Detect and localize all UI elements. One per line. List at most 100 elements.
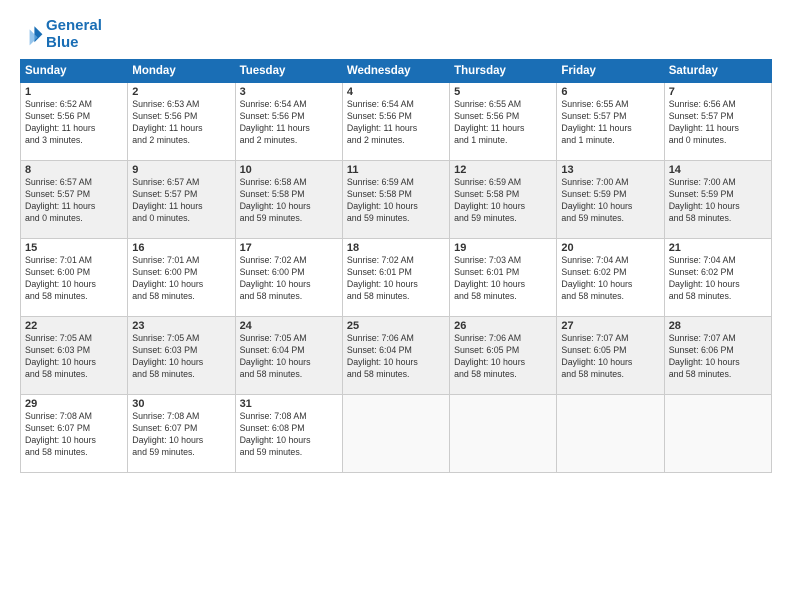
col-monday: Monday bbox=[128, 60, 235, 83]
logo-text: General Blue bbox=[46, 18, 102, 51]
day-info: Sunrise: 6:52 AM Sunset: 5:56 PM Dayligh… bbox=[25, 99, 123, 147]
day-cell: 12Sunrise: 6:59 AM Sunset: 5:58 PM Dayli… bbox=[450, 161, 557, 239]
day-cell: 29Sunrise: 7:08 AM Sunset: 6:07 PM Dayli… bbox=[21, 395, 128, 473]
day-cell: 27Sunrise: 7:07 AM Sunset: 6:05 PM Dayli… bbox=[557, 317, 664, 395]
day-number: 16 bbox=[132, 242, 230, 254]
day-cell: 13Sunrise: 7:00 AM Sunset: 5:59 PM Dayli… bbox=[557, 161, 664, 239]
day-cell: 4Sunrise: 6:54 AM Sunset: 5:56 PM Daylig… bbox=[342, 83, 449, 161]
day-info: Sunrise: 7:01 AM Sunset: 6:00 PM Dayligh… bbox=[132, 255, 230, 303]
day-cell: 3Sunrise: 6:54 AM Sunset: 5:56 PM Daylig… bbox=[235, 83, 342, 161]
day-cell bbox=[557, 395, 664, 473]
day-number: 30 bbox=[132, 398, 230, 410]
week-row-4: 22Sunrise: 7:05 AM Sunset: 6:03 PM Dayli… bbox=[21, 317, 772, 395]
day-info: Sunrise: 7:05 AM Sunset: 6:04 PM Dayligh… bbox=[240, 333, 338, 381]
day-info: Sunrise: 6:58 AM Sunset: 5:58 PM Dayligh… bbox=[240, 177, 338, 225]
day-cell bbox=[664, 395, 771, 473]
logo-icon bbox=[20, 23, 44, 47]
day-cell: 20Sunrise: 7:04 AM Sunset: 6:02 PM Dayli… bbox=[557, 239, 664, 317]
day-info: Sunrise: 7:06 AM Sunset: 6:05 PM Dayligh… bbox=[454, 333, 552, 381]
day-info: Sunrise: 6:56 AM Sunset: 5:57 PM Dayligh… bbox=[669, 99, 767, 147]
calendar-page: General Blue Sunday Monday Tuesday Wedne… bbox=[0, 0, 792, 612]
day-info: Sunrise: 6:54 AM Sunset: 5:56 PM Dayligh… bbox=[347, 99, 445, 147]
day-number: 5 bbox=[454, 86, 552, 98]
day-cell: 25Sunrise: 7:06 AM Sunset: 6:04 PM Dayli… bbox=[342, 317, 449, 395]
day-number: 8 bbox=[25, 164, 123, 176]
day-info: Sunrise: 6:57 AM Sunset: 5:57 PM Dayligh… bbox=[25, 177, 123, 225]
day-cell: 24Sunrise: 7:05 AM Sunset: 6:04 PM Dayli… bbox=[235, 317, 342, 395]
day-number: 1 bbox=[25, 86, 123, 98]
day-cell: 5Sunrise: 6:55 AM Sunset: 5:56 PM Daylig… bbox=[450, 83, 557, 161]
day-number: 15 bbox=[25, 242, 123, 254]
day-number: 20 bbox=[561, 242, 659, 254]
day-number: 29 bbox=[25, 398, 123, 410]
day-info: Sunrise: 6:54 AM Sunset: 5:56 PM Dayligh… bbox=[240, 99, 338, 147]
day-cell: 21Sunrise: 7:04 AM Sunset: 6:02 PM Dayli… bbox=[664, 239, 771, 317]
day-number: 22 bbox=[25, 320, 123, 332]
calendar-table: Sunday Monday Tuesday Wednesday Thursday… bbox=[20, 59, 772, 473]
day-info: Sunrise: 7:07 AM Sunset: 6:05 PM Dayligh… bbox=[561, 333, 659, 381]
day-number: 31 bbox=[240, 398, 338, 410]
week-row-5: 29Sunrise: 7:08 AM Sunset: 6:07 PM Dayli… bbox=[21, 395, 772, 473]
day-number: 25 bbox=[347, 320, 445, 332]
day-number: 24 bbox=[240, 320, 338, 332]
day-info: Sunrise: 6:55 AM Sunset: 5:56 PM Dayligh… bbox=[454, 99, 552, 147]
day-number: 17 bbox=[240, 242, 338, 254]
day-number: 3 bbox=[240, 86, 338, 98]
day-info: Sunrise: 7:05 AM Sunset: 6:03 PM Dayligh… bbox=[132, 333, 230, 381]
col-wednesday: Wednesday bbox=[342, 60, 449, 83]
day-number: 12 bbox=[454, 164, 552, 176]
day-number: 9 bbox=[132, 164, 230, 176]
day-number: 28 bbox=[669, 320, 767, 332]
day-cell: 16Sunrise: 7:01 AM Sunset: 6:00 PM Dayli… bbox=[128, 239, 235, 317]
day-number: 14 bbox=[669, 164, 767, 176]
day-number: 18 bbox=[347, 242, 445, 254]
day-number: 19 bbox=[454, 242, 552, 254]
col-sunday: Sunday bbox=[21, 60, 128, 83]
day-cell: 15Sunrise: 7:01 AM Sunset: 6:00 PM Dayli… bbox=[21, 239, 128, 317]
day-info: Sunrise: 7:03 AM Sunset: 6:01 PM Dayligh… bbox=[454, 255, 552, 303]
day-cell: 8Sunrise: 6:57 AM Sunset: 5:57 PM Daylig… bbox=[21, 161, 128, 239]
day-cell: 6Sunrise: 6:55 AM Sunset: 5:57 PM Daylig… bbox=[557, 83, 664, 161]
day-info: Sunrise: 7:00 AM Sunset: 5:59 PM Dayligh… bbox=[669, 177, 767, 225]
day-info: Sunrise: 7:01 AM Sunset: 6:00 PM Dayligh… bbox=[25, 255, 123, 303]
day-info: Sunrise: 7:05 AM Sunset: 6:03 PM Dayligh… bbox=[25, 333, 123, 381]
day-cell bbox=[342, 395, 449, 473]
logo: General Blue bbox=[20, 18, 102, 51]
day-info: Sunrise: 6:59 AM Sunset: 5:58 PM Dayligh… bbox=[454, 177, 552, 225]
day-number: 10 bbox=[240, 164, 338, 176]
day-cell: 10Sunrise: 6:58 AM Sunset: 5:58 PM Dayli… bbox=[235, 161, 342, 239]
day-cell: 26Sunrise: 7:06 AM Sunset: 6:05 PM Dayli… bbox=[450, 317, 557, 395]
day-info: Sunrise: 7:04 AM Sunset: 6:02 PM Dayligh… bbox=[561, 255, 659, 303]
week-row-2: 8Sunrise: 6:57 AM Sunset: 5:57 PM Daylig… bbox=[21, 161, 772, 239]
day-cell: 18Sunrise: 7:02 AM Sunset: 6:01 PM Dayli… bbox=[342, 239, 449, 317]
day-number: 11 bbox=[347, 164, 445, 176]
day-cell: 11Sunrise: 6:59 AM Sunset: 5:58 PM Dayli… bbox=[342, 161, 449, 239]
day-cell: 9Sunrise: 6:57 AM Sunset: 5:57 PM Daylig… bbox=[128, 161, 235, 239]
day-info: Sunrise: 7:08 AM Sunset: 6:07 PM Dayligh… bbox=[25, 411, 123, 459]
day-info: Sunrise: 7:04 AM Sunset: 6:02 PM Dayligh… bbox=[669, 255, 767, 303]
day-cell bbox=[450, 395, 557, 473]
day-info: Sunrise: 7:02 AM Sunset: 6:00 PM Dayligh… bbox=[240, 255, 338, 303]
day-cell: 28Sunrise: 7:07 AM Sunset: 6:06 PM Dayli… bbox=[664, 317, 771, 395]
day-number: 21 bbox=[669, 242, 767, 254]
day-cell: 19Sunrise: 7:03 AM Sunset: 6:01 PM Dayli… bbox=[450, 239, 557, 317]
day-number: 6 bbox=[561, 86, 659, 98]
day-cell: 30Sunrise: 7:08 AM Sunset: 6:07 PM Dayli… bbox=[128, 395, 235, 473]
day-info: Sunrise: 7:06 AM Sunset: 6:04 PM Dayligh… bbox=[347, 333, 445, 381]
day-cell: 31Sunrise: 7:08 AM Sunset: 6:08 PM Dayli… bbox=[235, 395, 342, 473]
day-cell: 1Sunrise: 6:52 AM Sunset: 5:56 PM Daylig… bbox=[21, 83, 128, 161]
col-tuesday: Tuesday bbox=[235, 60, 342, 83]
day-number: 23 bbox=[132, 320, 230, 332]
day-info: Sunrise: 6:55 AM Sunset: 5:57 PM Dayligh… bbox=[561, 99, 659, 147]
day-number: 2 bbox=[132, 86, 230, 98]
day-info: Sunrise: 7:07 AM Sunset: 6:06 PM Dayligh… bbox=[669, 333, 767, 381]
day-cell: 23Sunrise: 7:05 AM Sunset: 6:03 PM Dayli… bbox=[128, 317, 235, 395]
day-number: 4 bbox=[347, 86, 445, 98]
header: General Blue bbox=[20, 18, 772, 51]
day-number: 26 bbox=[454, 320, 552, 332]
header-row: Sunday Monday Tuesday Wednesday Thursday… bbox=[21, 60, 772, 83]
week-row-1: 1Sunrise: 6:52 AM Sunset: 5:56 PM Daylig… bbox=[21, 83, 772, 161]
day-cell: 7Sunrise: 6:56 AM Sunset: 5:57 PM Daylig… bbox=[664, 83, 771, 161]
day-info: Sunrise: 7:00 AM Sunset: 5:59 PM Dayligh… bbox=[561, 177, 659, 225]
day-info: Sunrise: 6:59 AM Sunset: 5:58 PM Dayligh… bbox=[347, 177, 445, 225]
